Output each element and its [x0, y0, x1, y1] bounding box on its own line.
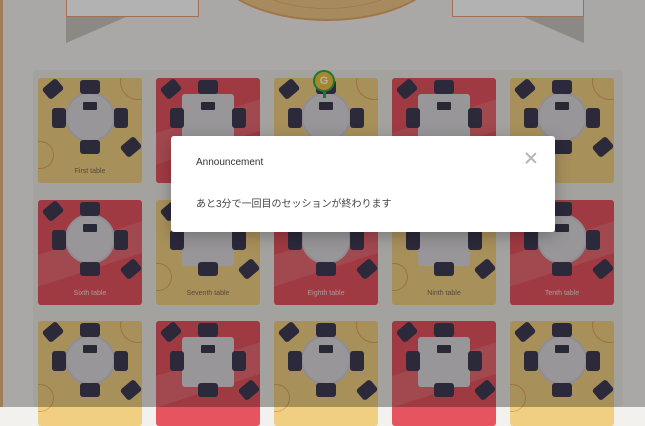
close-icon[interactable] [523, 150, 539, 166]
dialog-message: あと3分で一回目のセッションが終わります [196, 199, 392, 210]
announcement-dialog: Announcement あと3分で一回目のセッションが終わります [171, 136, 555, 232]
dialog-title: Announcement [196, 157, 264, 168]
